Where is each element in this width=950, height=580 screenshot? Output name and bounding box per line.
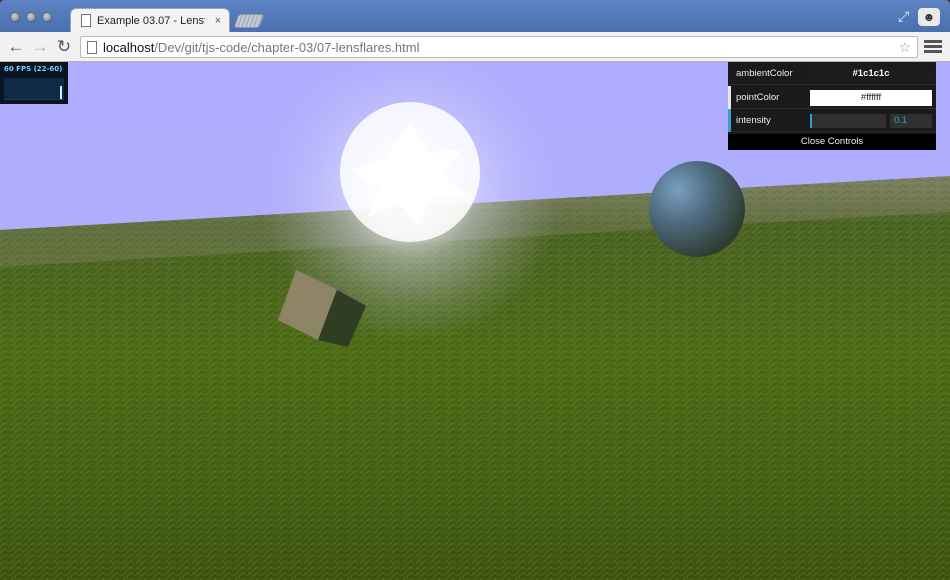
hamburger-menu-icon[interactable]	[924, 38, 942, 56]
browser-tab[interactable]: Example 03.07 - Lensflares ×	[70, 8, 230, 32]
intensity-slider[interactable]	[810, 114, 886, 128]
tab-title: Example 03.07 - Lensflares	[97, 14, 205, 27]
url-host: localhost	[103, 39, 155, 55]
controls-panel: ambientColor #1c1c1c pointColor #ffffff …	[728, 62, 936, 150]
url-path: /Dev/git/tjs-code/chapter-03/07-lensflar…	[154, 39, 420, 55]
close-controls-button[interactable]: Close Controls	[728, 134, 936, 150]
page-icon	[87, 40, 97, 54]
ambient-color-row: ambientColor #1c1c1c	[728, 62, 936, 85]
point-color-input[interactable]: #ffffff	[810, 90, 932, 106]
profile-avatar-icon[interactable]: ☻	[918, 8, 940, 26]
reload-icon[interactable]: ↻	[54, 37, 74, 57]
close-window-button[interactable]	[10, 12, 20, 22]
ambient-color-label: ambientColor	[736, 68, 793, 79]
fullscreen-icon[interactable]: ⤢	[898, 8, 909, 25]
zoom-window-button[interactable]	[42, 12, 52, 22]
intensity-slider-fill	[810, 114, 812, 128]
sphere	[649, 161, 745, 257]
fps-graph	[4, 78, 64, 100]
fps-graph-bar	[60, 85, 62, 99]
tab-close-icon[interactable]: ×	[211, 15, 225, 27]
address-bar[interactable]: localhost/Dev/git/tjs-code/chapter-03/07…	[80, 36, 918, 58]
intensity-input[interactable]: 0.1	[890, 114, 932, 128]
point-color-label: pointColor	[736, 92, 780, 103]
back-arrow-icon[interactable]: ←	[6, 37, 26, 57]
intensity-row: intensity 0.1	[728, 109, 936, 132]
intensity-label: intensity	[736, 115, 771, 126]
page-icon	[81, 14, 91, 27]
webgl-canvas[interactable]: 60 FPS (22-60) ambientColor #1c1c1c poin…	[0, 62, 950, 580]
browser-titlebar: Example 03.07 - Lensflares × ⤢ ☻	[0, 0, 950, 32]
fps-stats-panel[interactable]: 60 FPS (22-60)	[0, 62, 68, 104]
forward-arrow-icon[interactable]: →	[30, 37, 50, 57]
point-color-row: pointColor #ffffff	[728, 86, 936, 109]
url-text: localhost/Dev/git/tjs-code/chapter-03/07…	[103, 40, 420, 55]
fps-text: 60 FPS (22-60)	[4, 65, 63, 73]
new-tab-button[interactable]	[233, 14, 265, 28]
minimize-window-button[interactable]	[26, 12, 36, 22]
ambient-color-input[interactable]: #1c1c1c	[810, 66, 932, 82]
bookmark-star-icon[interactable]: ☆	[898, 39, 911, 56]
browser-toolbar: ← → ↻ localhost/Dev/git/tjs-code/chapter…	[0, 32, 950, 62]
